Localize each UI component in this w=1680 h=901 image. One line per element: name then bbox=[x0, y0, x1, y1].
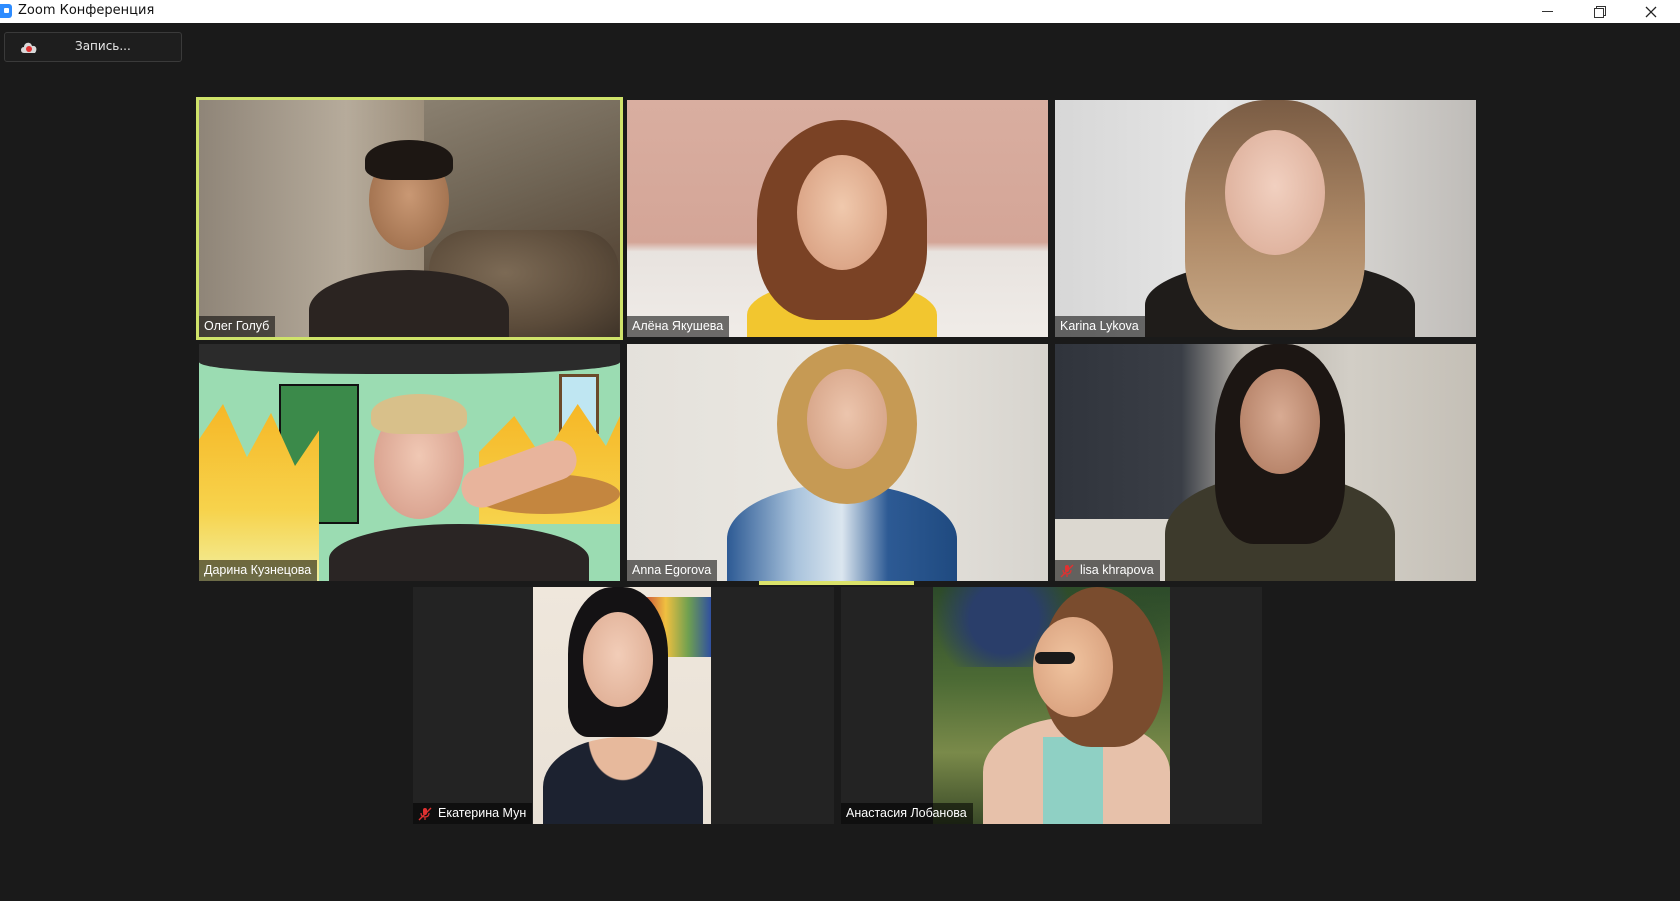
participant-name-tag: Дарина Кузнецова bbox=[199, 560, 318, 581]
restore-icon bbox=[1593, 6, 1606, 18]
video-tile[interactable]: Олег Голуб bbox=[196, 97, 623, 340]
speaking-indicator bbox=[759, 581, 914, 585]
participant-name: Karina Lykova bbox=[1060, 319, 1139, 333]
muted-mic-icon bbox=[418, 807, 432, 820]
participant-name: Олег Голуб bbox=[204, 319, 270, 333]
participant-video bbox=[933, 587, 1170, 824]
video-tile[interactable]: Анастасия Лобанова bbox=[841, 587, 1262, 824]
zoom-app-icon bbox=[0, 4, 12, 18]
video-tile[interactable]: Алёна Якушева bbox=[627, 100, 1048, 337]
participant-name: Anna Egorova bbox=[632, 563, 712, 577]
participant-video bbox=[1055, 344, 1476, 581]
participant-name-tag: Олег Голуб bbox=[199, 316, 276, 337]
participant-name-tag: Екатерина Мун bbox=[413, 803, 533, 824]
close-button[interactable] bbox=[1628, 0, 1674, 23]
participant-video bbox=[1055, 100, 1476, 337]
participant-name: Екатерина Мун bbox=[438, 806, 527, 820]
participant-video bbox=[627, 344, 1048, 581]
video-tile[interactable]: Anna Egorova bbox=[627, 344, 1048, 581]
minimize-icon bbox=[1541, 11, 1553, 12]
participant-name-tag: Алёна Якушева bbox=[627, 316, 730, 337]
participant-video bbox=[627, 100, 1048, 337]
video-tile[interactable]: Екатерина Мун bbox=[413, 587, 834, 824]
participant-name: lisa khrapova bbox=[1080, 563, 1154, 577]
participant-name-tag: lisa khrapova bbox=[1055, 560, 1160, 581]
cloud-record-icon bbox=[21, 42, 37, 53]
video-tile[interactable]: Дарина Кузнецова bbox=[199, 344, 620, 581]
close-icon bbox=[1645, 6, 1657, 17]
participant-name: Анастасия Лобанова bbox=[846, 806, 967, 820]
recording-label: Запись... bbox=[75, 39, 131, 53]
minimize-button[interactable] bbox=[1524, 0, 1570, 23]
participant-name-tag: Karina Lykova bbox=[1055, 316, 1145, 337]
participant-name-tag: Anna Egorova bbox=[627, 560, 718, 581]
window-title: Zoom Конференция bbox=[18, 3, 155, 18]
muted-mic-icon bbox=[1060, 564, 1074, 577]
participant-video bbox=[533, 587, 711, 824]
video-tile[interactable]: Karina Lykova bbox=[1055, 100, 1476, 337]
title-bar: Zoom Конференция bbox=[0, 0, 1680, 23]
participant-video bbox=[199, 344, 620, 581]
participant-name: Алёна Якушева bbox=[632, 319, 724, 333]
participant-video bbox=[199, 100, 620, 337]
restore-button[interactable] bbox=[1576, 0, 1622, 23]
recording-button[interactable]: Запись... bbox=[4, 32, 182, 62]
video-tile[interactable]: lisa khrapova bbox=[1055, 344, 1476, 581]
participant-name-tag: Анастасия Лобанова bbox=[841, 803, 973, 824]
participant-name: Дарина Кузнецова bbox=[204, 563, 312, 577]
